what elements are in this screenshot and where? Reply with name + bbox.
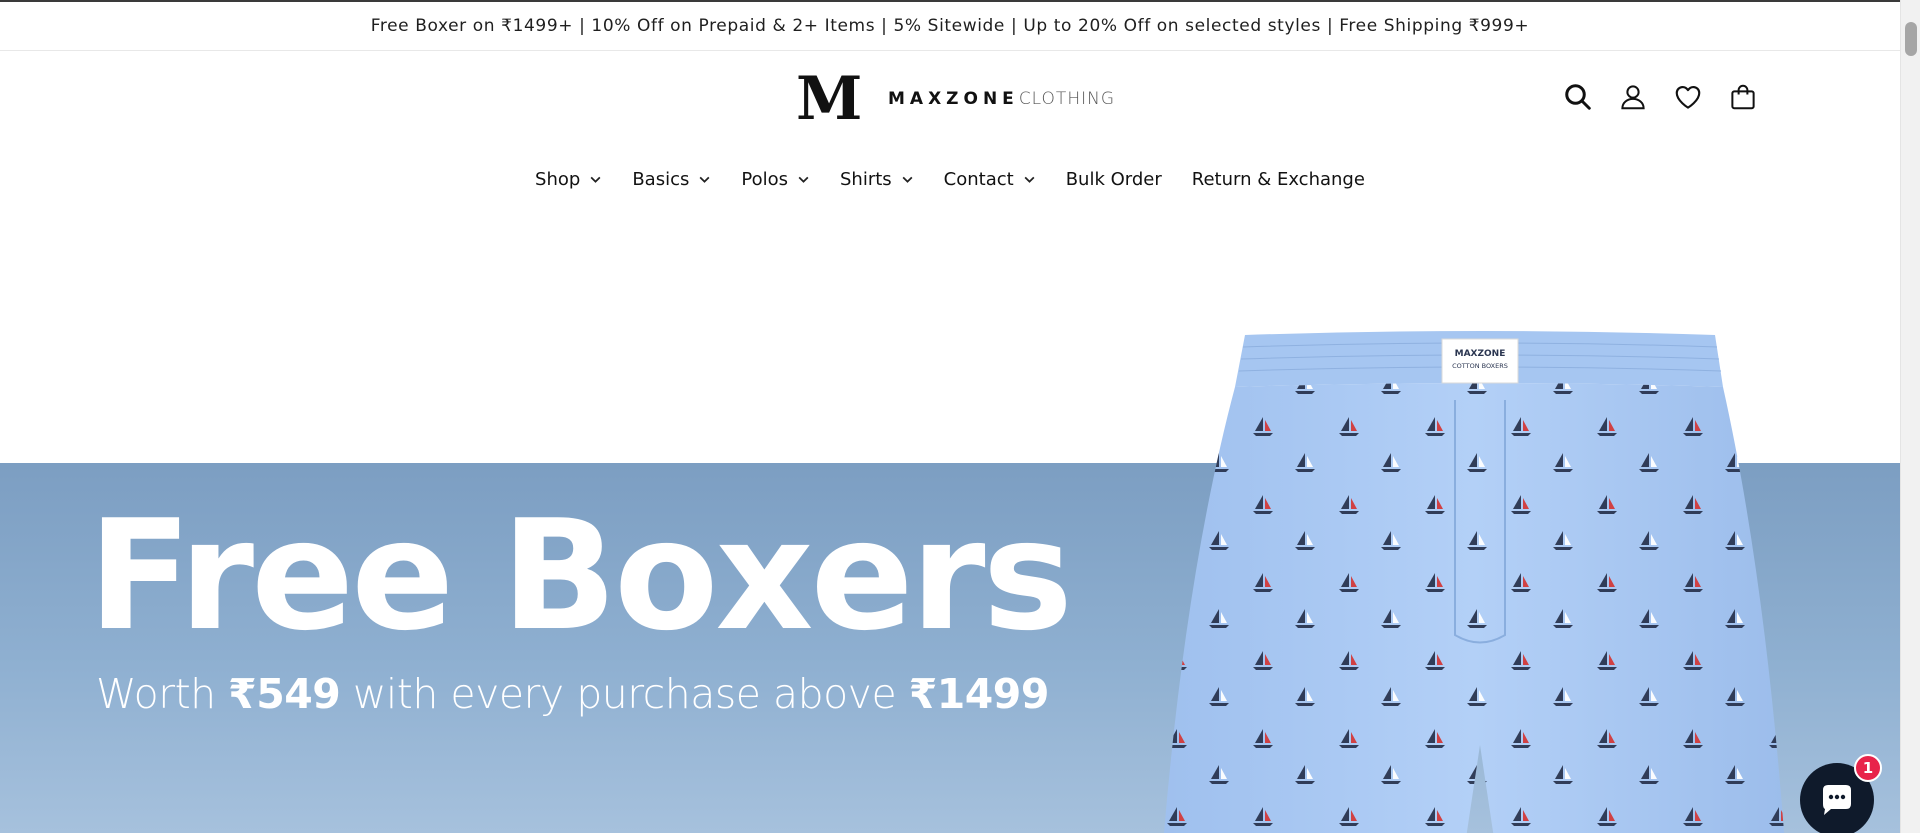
header-icons (1562, 81, 1759, 113)
cart-button[interactable] (1727, 81, 1759, 113)
account-icon (1621, 85, 1645, 110)
chevron-down-icon (902, 176, 913, 183)
hero-title: Free Boxers (88, 487, 1073, 664)
hero-sub-middle: with every purchase above (340, 670, 909, 718)
nav-item-basics[interactable]: Basics (632, 169, 711, 190)
logo-suffix: CLOTHING (1018, 89, 1115, 109)
chat-icon (1823, 785, 1851, 815)
logo-mark: M (796, 64, 862, 134)
hero-banner[interactable]: Free Boxers Worth ₹549 with every purcha… (0, 230, 1900, 833)
nav-item-label: Shop (535, 169, 581, 190)
hero-subtitle: Worth ₹549 with every purchase above ₹14… (96, 670, 1049, 718)
brand-logo[interactable]: M MAXZONE CLOTHING (796, 61, 1114, 137)
scrollbar-thumb[interactable] (1905, 22, 1917, 56)
nav-item-label: Shirts (840, 169, 892, 190)
chevron-down-icon (590, 176, 601, 183)
wishlist-button[interactable] (1672, 81, 1704, 113)
nav-item-contact[interactable]: Contact (944, 169, 1036, 190)
chat-unread-badge: 1 (1854, 754, 1882, 782)
logo-wordmark: MAXZONE CLOTHING (888, 89, 1115, 109)
cart-icon (1731, 84, 1755, 110)
search-button[interactable] (1562, 81, 1594, 113)
chevron-down-icon (1024, 176, 1035, 183)
nav-item-label: Contact (943, 169, 1014, 190)
wishlist-icon (1675, 85, 1701, 109)
boxers-product-image: MAXZONE COTTON BOXERS (1164, 331, 1785, 833)
nav-item-return-exchange[interactable]: Return & Exchange (1192, 169, 1365, 190)
product-label-brand: MAXZONE (1455, 349, 1506, 359)
main-navigation: Shop Basics Polos Shirts Contact Bulk Or… (0, 169, 1900, 190)
nav-item-shirts[interactable]: Shirts (840, 169, 914, 190)
nav-item-label: Return & Exchange (1191, 169, 1365, 190)
nav-item-label: Polos (741, 169, 788, 190)
hero-sub-threshold: ₹1499 (908, 670, 1050, 718)
logo-brand: MAXZONE (888, 89, 1019, 109)
chevron-down-icon (699, 176, 710, 183)
search-icon (1565, 84, 1591, 110)
product-label-line: COTTON BOXERS (1452, 362, 1508, 370)
nav-item-label: Basics (632, 169, 690, 190)
chevron-down-icon (798, 176, 809, 183)
account-button[interactable] (1617, 81, 1649, 113)
nav-item-bulk-order[interactable]: Bulk Order (1066, 169, 1162, 190)
page-scrollbar[interactable] (1900, 0, 1920, 833)
nav-item-label: Bulk Order (1065, 169, 1162, 190)
hero-sub-prefix: Worth (96, 670, 229, 718)
announcement-text: Free Boxer on ₹1499+ | 10% Off on Prepai… (370, 16, 1530, 36)
nav-item-shop[interactable]: Shop (535, 169, 602, 190)
nav-item-polos[interactable]: Polos (741, 169, 810, 190)
announcement-bar: Free Boxer on ₹1499+ | 10% Off on Prepai… (0, 0, 1900, 51)
site-header: M MAXZONE CLOTHING (0, 51, 1900, 151)
hero-sub-price: ₹549 (228, 670, 341, 718)
